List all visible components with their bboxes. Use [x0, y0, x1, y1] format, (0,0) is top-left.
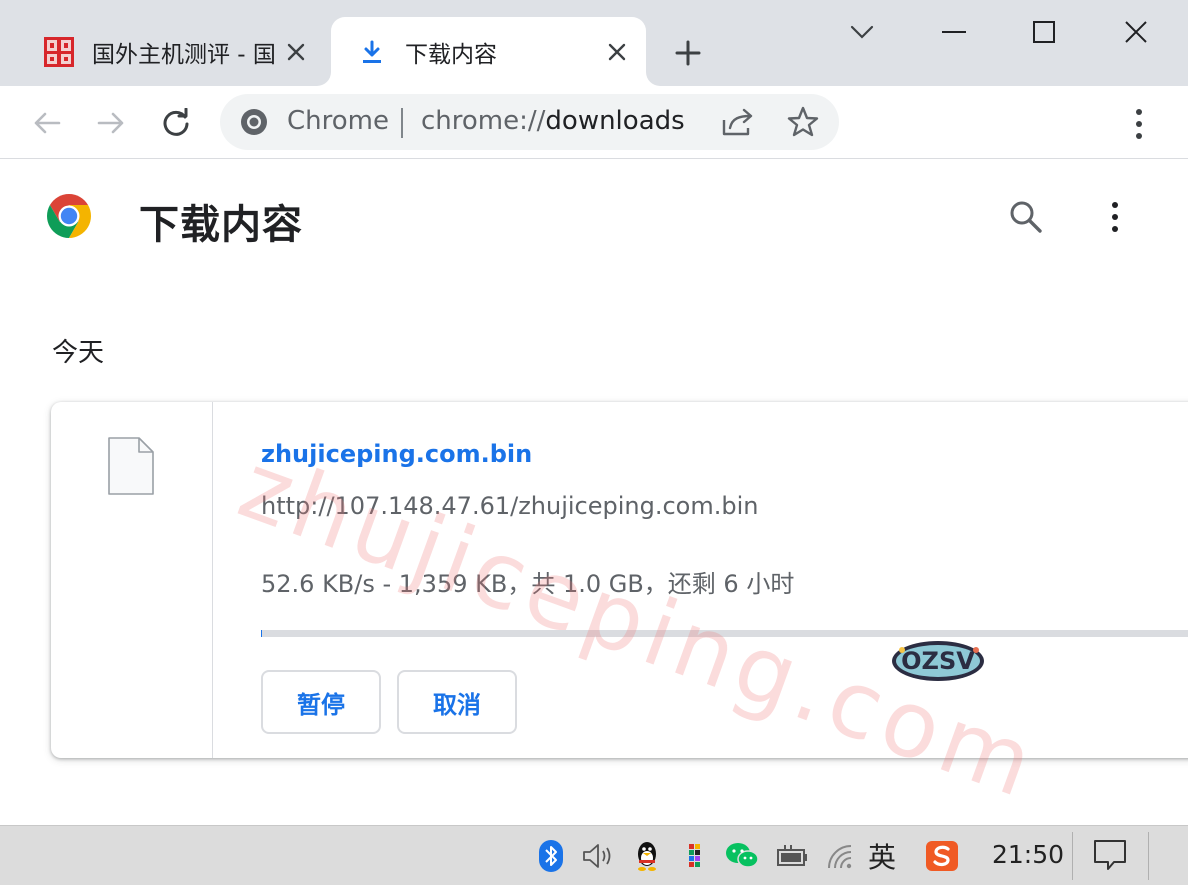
tab-zhujiceping[interactable]: 国外主机测评 - 国 — [20, 17, 325, 86]
address-separator — [401, 108, 403, 138]
close-window-icon[interactable] — [1114, 12, 1158, 52]
system-taskbar: 英 21:50 — [0, 825, 1188, 885]
search-icon[interactable] — [1007, 198, 1045, 236]
volume-icon[interactable] — [580, 838, 616, 874]
reload-icon[interactable] — [154, 101, 198, 145]
forward-arrow-icon[interactable] — [89, 101, 133, 145]
system-clock[interactable]: 21:50 — [992, 840, 1064, 869]
back-arrow-icon[interactable] — [25, 101, 69, 145]
tab-downloads[interactable]: 下载内容 — [331, 17, 646, 86]
wifi-icon[interactable] — [823, 838, 859, 874]
seal-favicon-icon — [42, 35, 76, 69]
chrome-logo-icon — [240, 108, 268, 136]
bookmark-star-icon[interactable] — [786, 105, 820, 139]
tab-title: 国外主机测评 - 国 — [92, 41, 276, 68]
bluetooth-icon[interactable] — [533, 838, 569, 874]
browser-menu-dots-icon[interactable] — [1124, 104, 1154, 144]
notification-center-icon[interactable] — [1092, 838, 1128, 874]
cancel-button[interactable]: 取消 — [397, 670, 517, 734]
file-name-link[interactable]: zhujiceping.com.bin — [261, 440, 532, 468]
browser-toolbar: Chrome chrome://downloads — [0, 86, 1188, 159]
chrome-logo-icon — [45, 192, 93, 240]
taskbar-separator — [1072, 832, 1073, 880]
address-url[interactable]: chrome://downloads — [421, 106, 685, 136]
qq-penguin-icon[interactable] — [629, 838, 665, 874]
downloads-page: 下载内容 今天 zhujiceping.com.bin http://107.1… — [3, 160, 1188, 825]
tab-title: 下载内容 — [405, 41, 497, 68]
more-actions-dots-icon[interactable] — [1103, 198, 1127, 236]
close-tab-icon[interactable] — [281, 37, 311, 67]
download-status: 52.6 KB/s - 1,359 KB，共 1.0 GB，还剩 6 小时 — [261, 570, 795, 598]
svg-text:OZSV: OZSV — [901, 647, 975, 675]
download-icon — [355, 35, 389, 69]
download-progress-fill — [261, 630, 263, 637]
battery-charging-icon[interactable] — [774, 838, 810, 874]
source-url-link[interactable]: http://107.148.47.61/zhujiceping.com.bin — [261, 492, 758, 520]
maximize-icon[interactable] — [1022, 12, 1066, 52]
color-e-app-icon[interactable] — [678, 838, 714, 874]
close-tab-icon[interactable] — [602, 37, 632, 67]
download-progress-bar — [261, 630, 1188, 637]
ozsv-sticker-logo: OZSV — [890, 638, 986, 684]
browser-window: 国外主机测评 - 国 下载内容 Chrome chrome://download… — [0, 0, 1188, 885]
file-icon — [107, 436, 155, 496]
wechat-icon[interactable] — [724, 838, 760, 874]
sogou-input-icon[interactable] — [924, 838, 960, 874]
site-label: Chrome — [287, 106, 389, 136]
share-icon[interactable] — [720, 106, 756, 138]
file-icon-column — [51, 402, 213, 758]
new-tab-plus-icon[interactable] — [668, 33, 708, 73]
tab-strip: 国外主机测评 - 国 下载内容 — [0, 0, 1188, 86]
date-header: 今天 — [52, 338, 105, 368]
show-desktop-edge[interactable] — [1148, 832, 1149, 880]
pause-button[interactable]: 暂停 — [261, 670, 381, 734]
download-item: zhujiceping.com.bin http://107.148.47.61… — [51, 402, 1188, 758]
address-bar[interactable]: Chrome chrome://downloads — [220, 94, 839, 150]
ime-indicator[interactable]: 英 — [868, 836, 896, 876]
page-title: 下载内容 — [139, 202, 303, 248]
minimize-icon[interactable] — [932, 12, 976, 52]
tab-search-chevron-down-icon[interactable] — [840, 12, 884, 52]
